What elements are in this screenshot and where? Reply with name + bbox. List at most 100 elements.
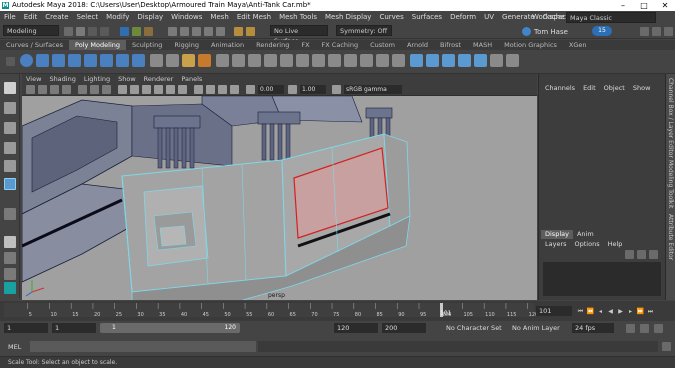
command-input[interactable] bbox=[30, 341, 256, 352]
layer-list[interactable] bbox=[543, 262, 661, 296]
viewport-menu-lighting[interactable]: Lighting bbox=[80, 74, 114, 84]
poly-plane-icon[interactable] bbox=[100, 54, 113, 67]
menu-display[interactable]: Display bbox=[133, 11, 167, 23]
layer-move-up-icon[interactable] bbox=[625, 250, 634, 259]
side-tab-attribute-editor[interactable]: Attribute Editor bbox=[667, 214, 674, 260]
save-icon[interactable] bbox=[76, 27, 85, 36]
workspace-dropdown[interactable]: Maya Classic bbox=[566, 12, 656, 23]
snap-curve-icon[interactable] bbox=[180, 27, 189, 36]
mode-dropdown[interactable]: Modeling bbox=[3, 25, 59, 36]
step-back-frame-icon[interactable]: ◂ bbox=[596, 307, 605, 316]
channel-box-menu-channels[interactable]: Channels bbox=[541, 84, 579, 93]
close-icon[interactable]: ✕ bbox=[655, 0, 675, 11]
multi-cut-icon[interactable] bbox=[344, 54, 357, 67]
camera-attrs-icon[interactable] bbox=[38, 85, 47, 94]
outliner-layout-icon[interactable] bbox=[4, 268, 16, 280]
bevel-icon[interactable] bbox=[296, 54, 309, 67]
auto-map-icon[interactable] bbox=[474, 54, 487, 67]
bridge-icon[interactable] bbox=[280, 54, 293, 67]
shelf-tab-motion-graphics[interactable]: Motion Graphics bbox=[498, 40, 563, 50]
play-backward-icon[interactable]: ◀ bbox=[606, 307, 615, 316]
wireframe-on-shaded-icon[interactable] bbox=[142, 85, 151, 94]
snap-grid-icon[interactable] bbox=[168, 27, 177, 36]
shelf-tab-animation[interactable]: Animation bbox=[205, 40, 250, 50]
grid-toggle-icon[interactable] bbox=[78, 85, 87, 94]
paint-select-icon[interactable] bbox=[4, 122, 16, 134]
select-hierarchy-icon[interactable] bbox=[120, 27, 129, 36]
layer-move-down-icon[interactable] bbox=[637, 250, 646, 259]
spherical-map-icon[interactable] bbox=[458, 54, 471, 67]
svg-tool-icon[interactable] bbox=[198, 54, 211, 67]
step-forward-icon[interactable]: ⏩ bbox=[636, 307, 645, 316]
anim-prefs-icon[interactable] bbox=[654, 324, 663, 333]
isolate-select-icon[interactable] bbox=[194, 85, 203, 94]
live-surface-dropdown[interactable]: No Live Surface bbox=[270, 25, 328, 45]
color-space-dropdown[interactable]: sRGB gamma bbox=[344, 85, 402, 94]
layer-menu-help[interactable]: Help bbox=[604, 240, 627, 249]
layout-icon[interactable] bbox=[640, 27, 649, 36]
menu-mesh-tools[interactable]: Mesh Tools bbox=[275, 11, 321, 23]
four-pane-layout-icon[interactable] bbox=[4, 252, 16, 264]
character-set-label[interactable]: No Character Set bbox=[446, 324, 502, 332]
maximize-icon[interactable]: □ bbox=[634, 0, 654, 11]
symmetry-dropdown[interactable]: Symmetry: Off bbox=[336, 25, 392, 36]
playback-start-field[interactable]: 1 bbox=[52, 323, 96, 333]
shelf-tab-custom[interactable]: Custom bbox=[364, 40, 401, 50]
textured-icon[interactable] bbox=[154, 85, 163, 94]
menu-create[interactable]: Create bbox=[41, 11, 72, 23]
uv-editor-icon[interactable] bbox=[410, 54, 423, 67]
fps-dropdown[interactable]: 24 fps bbox=[572, 323, 614, 333]
poly-torus-icon[interactable] bbox=[84, 54, 97, 67]
target-weld-icon[interactable] bbox=[360, 54, 373, 67]
menu-edit[interactable]: Edit bbox=[20, 11, 42, 23]
current-frame-field[interactable]: 101 bbox=[536, 306, 572, 316]
viewport-menu-view[interactable]: View bbox=[22, 74, 45, 84]
play-forward-icon[interactable]: ▶ bbox=[616, 307, 625, 316]
shelf-tab-rigging[interactable]: Rigging bbox=[168, 40, 205, 50]
menu-uv[interactable]: UV bbox=[480, 11, 498, 23]
menu-file[interactable]: File bbox=[0, 11, 20, 23]
notification-badge[interactable]: 15 bbox=[592, 26, 612, 36]
separate-icon[interactable] bbox=[166, 54, 179, 67]
poly-cylinder-icon[interactable] bbox=[52, 54, 65, 67]
planar-map-icon[interactable] bbox=[426, 54, 439, 67]
shelf-settings-icon[interactable] bbox=[6, 57, 15, 66]
scale-tool-icon[interactable] bbox=[4, 178, 16, 190]
offset-loop-icon[interactable] bbox=[392, 54, 405, 67]
poly-cone-icon[interactable] bbox=[68, 54, 81, 67]
edge-loop-icon[interactable] bbox=[376, 54, 389, 67]
menu-mesh-display[interactable]: Mesh Display bbox=[321, 11, 375, 23]
layer-tab-display[interactable]: Display bbox=[541, 230, 573, 239]
select-component-icon[interactable] bbox=[144, 27, 153, 36]
shadows-icon[interactable] bbox=[178, 85, 187, 94]
settings-icon[interactable] bbox=[652, 27, 661, 36]
wireframe-icon[interactable] bbox=[118, 85, 127, 94]
layer-menu-options[interactable]: Options bbox=[571, 240, 604, 249]
range-bar[interactable]: 1 120 bbox=[100, 323, 240, 333]
exposure-icon[interactable] bbox=[246, 85, 255, 94]
gamma-icon[interactable] bbox=[288, 85, 297, 94]
smooth-shade-icon[interactable] bbox=[130, 85, 139, 94]
cleanup-icon[interactable] bbox=[506, 54, 519, 67]
scene-view[interactable]: persp bbox=[22, 96, 537, 300]
shelf-tab-curves-surfaces[interactable]: Curves / Surfaces bbox=[0, 40, 69, 50]
shelf-tab-poly-modeling[interactable]: Poly Modeling bbox=[69, 40, 126, 50]
select-tool-icon[interactable] bbox=[4, 82, 16, 94]
color-management-icon[interactable] bbox=[332, 85, 341, 94]
time-slider[interactable]: 5 10 15 20 25 30 35 40 45 50 55 60 65 70 75 80 85 90 95 100… bbox=[0, 301, 675, 321]
select-object-icon[interactable] bbox=[132, 27, 141, 36]
merge-icon[interactable] bbox=[328, 54, 341, 67]
render-frame-icon[interactable] bbox=[234, 27, 243, 36]
undo-icon[interactable] bbox=[88, 27, 97, 36]
shelf-tab-fx-caching[interactable]: FX Caching bbox=[316, 40, 365, 50]
folder-icon[interactable] bbox=[64, 27, 73, 36]
menu-surfaces[interactable]: Surfaces bbox=[408, 11, 446, 23]
reduce-icon[interactable] bbox=[490, 54, 503, 67]
viewport-menu-shading[interactable]: Shading bbox=[45, 74, 79, 84]
camera-select-icon[interactable] bbox=[26, 85, 35, 94]
boolean-icon[interactable] bbox=[216, 54, 229, 67]
platonic-solid-icon[interactable] bbox=[132, 54, 145, 67]
channel-box-menu-edit[interactable]: Edit bbox=[579, 84, 600, 93]
snap-point-icon[interactable] bbox=[192, 27, 201, 36]
menu-curves[interactable]: Curves bbox=[375, 11, 407, 23]
